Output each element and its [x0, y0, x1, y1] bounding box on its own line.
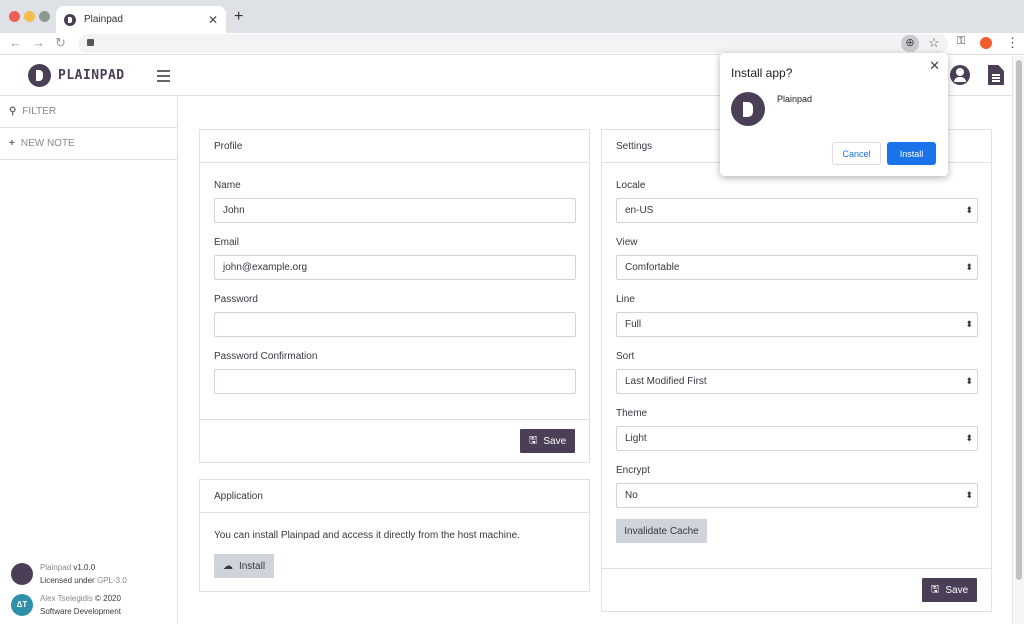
page-scrollbar[interactable] [1012, 56, 1024, 624]
plainpad-logo-icon [28, 64, 51, 87]
password-confirmation-input[interactable] [214, 369, 576, 394]
locale-label: Locale [616, 180, 646, 191]
dialog-cancel-button[interactable]: Cancel [832, 142, 881, 165]
install-app-icon[interactable]: ⊕ [901, 35, 919, 52]
encrypt-value: No [625, 490, 638, 501]
company: Software Development [40, 607, 121, 616]
sidebar-item-label: NEW NOTE [20, 138, 75, 149]
line-select[interactable]: Full [616, 312, 978, 337]
back-icon[interactable]: ← [9, 35, 22, 50]
profile-save-button[interactable]: 🖫 Save [520, 429, 575, 453]
new-tab-button[interactable]: + [234, 8, 243, 26]
save-label: Save [543, 435, 567, 447]
application-card-title: Application [200, 480, 589, 513]
browser-menu-icon[interactable]: ⋮ [1006, 35, 1019, 51]
profile-card: Profile Name John Email john@example.org… [199, 129, 590, 463]
user-account-icon[interactable] [950, 65, 970, 85]
password-input[interactable] [214, 312, 576, 337]
tab-close-icon[interactable]: ✕ [208, 13, 218, 27]
dialog-close-icon[interactable]: ✕ [929, 58, 940, 74]
encrypt-select[interactable]: No [616, 483, 978, 508]
author-link[interactable]: Alex Tselegidis [40, 594, 93, 603]
favicon-icon [64, 13, 76, 26]
passwords-key-icon[interactable]: ⚿ [957, 35, 965, 48]
dialog-title: Install app? [731, 66, 793, 80]
browser-tabstrip: Plainpad ✕ + [0, 0, 1024, 33]
application-install-button[interactable]: ☁ Install [214, 554, 274, 578]
line-label: Line [616, 294, 635, 305]
password-label: Password [214, 294, 258, 305]
name-input[interactable]: John [214, 198, 576, 223]
brand-name: PLAINPAD [58, 68, 125, 83]
sort-select[interactable]: Last Modified First [616, 369, 978, 394]
lock-icon [87, 39, 94, 46]
address-bar[interactable]: ⊕ ☆ [78, 34, 948, 53]
plainpad-logo-icon [11, 563, 33, 585]
browser-toolbar: ← → ↻ ⊕ ☆ [0, 33, 1024, 55]
theme-label: Theme [616, 408, 648, 419]
settings-card-footer: 🖫 Save [602, 568, 991, 611]
scrollbar-thumb[interactable] [1016, 60, 1022, 580]
profile-card-title: Profile [200, 130, 589, 163]
save-icon: 🖫 [930, 583, 940, 595]
window-minimize-button[interactable] [24, 11, 35, 22]
license-prefix: Licensed under [40, 576, 95, 585]
browser-tab[interactable]: Plainpad ✕ [56, 6, 226, 33]
view-label: View [616, 237, 638, 248]
hamburger-menu-icon[interactable] [157, 70, 170, 85]
view-select[interactable]: Comfortable [616, 255, 978, 280]
theme-value: Light [625, 433, 647, 444]
encrypt-label: Encrypt [616, 465, 650, 476]
invalidate-cache-button[interactable]: Invalidate Cache [616, 519, 707, 543]
install-label: Install [238, 560, 266, 572]
copyright: © 2020 [95, 594, 121, 603]
bookmark-star-icon[interactable]: ☆ [928, 35, 940, 51]
tab-title: Plainpad [84, 14, 123, 25]
theme-select[interactable]: Light [616, 426, 978, 451]
app-name: Plainpad [40, 563, 72, 572]
reload-icon[interactable]: ↻ [55, 35, 66, 51]
name-label: Name [214, 180, 241, 191]
cloud-download-icon: ☁ [222, 560, 233, 572]
extension-icon[interactable] [980, 37, 992, 49]
sidebar-item-filter[interactable]: ⚲ FILTER [0, 96, 177, 128]
dialog-app-name: Plainpad [777, 94, 813, 104]
settings-card: Settings Locale en-US View Comfortable L… [601, 129, 992, 612]
install-app-dialog: Install app? ✕ Plainpad Cancel Install [720, 53, 948, 176]
app-version: v1.0.0 [73, 563, 96, 572]
window-maximize-button[interactable] [39, 11, 50, 22]
plainpad-logo-icon [731, 92, 765, 126]
sort-label: Sort [616, 351, 635, 362]
license-link[interactable]: GPL-3.0 [97, 576, 127, 585]
plus-icon: + [9, 138, 15, 149]
view-value: Comfortable [625, 262, 680, 273]
author-info: ΔT Alex Tselegidis © 2020 Software Devel… [11, 592, 121, 618]
password-confirmation-label: Password Confirmation [214, 351, 318, 362]
sort-value: Last Modified First [625, 376, 707, 387]
search-icon: ⚲ [9, 106, 17, 117]
window-close-button[interactable] [9, 11, 20, 22]
email-label: Email [214, 237, 240, 248]
sidebar: ⚲ FILTER + NEW NOTE Plainpad v1.0.0 Lice… [0, 96, 178, 624]
sidebar-item-new-note[interactable]: + NEW NOTE [0, 128, 177, 160]
application-card: Application You can install Plainpad and… [199, 479, 590, 592]
sidebar-item-label: FILTER [22, 106, 57, 117]
save-label: Save [945, 584, 969, 596]
notes-document-icon[interactable] [988, 65, 1004, 85]
locale-select[interactable]: en-US [616, 198, 978, 223]
settings-save-button[interactable]: 🖫 Save [922, 578, 977, 602]
app-info: Plainpad v1.0.0 Licensed under GPL-3.0 [11, 561, 127, 587]
save-icon: 🖫 [528, 434, 538, 446]
author-logo-icon: ΔT [11, 594, 33, 616]
locale-value: en-US [625, 205, 654, 216]
application-description: You can install Plainpad and access it d… [214, 530, 520, 541]
line-value: Full [625, 319, 642, 330]
forward-icon[interactable]: → [32, 35, 45, 50]
profile-card-footer: 🖫 Save [200, 419, 589, 462]
dialog-install-button[interactable]: Install [887, 142, 936, 165]
email-input[interactable]: john@example.org [214, 255, 576, 280]
